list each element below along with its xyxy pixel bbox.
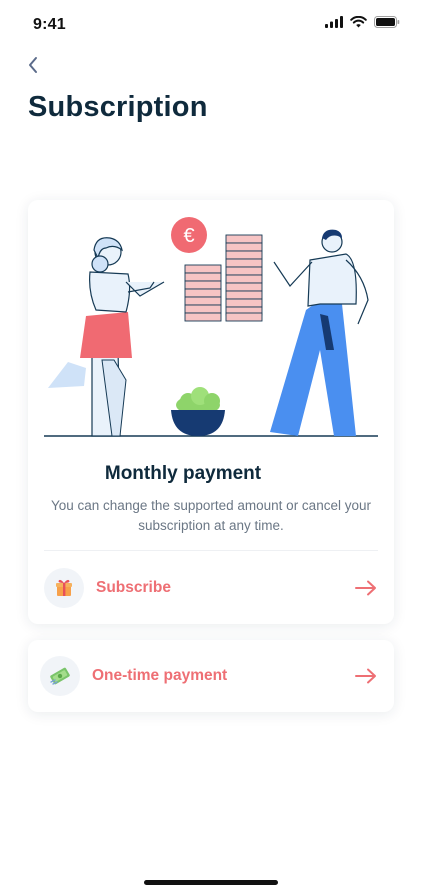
gift-icon-wrapper	[44, 568, 84, 608]
euro-symbol: €	[183, 225, 194, 247]
gift-icon	[56, 579, 72, 596]
divider	[44, 550, 378, 551]
home-indicator	[144, 880, 278, 885]
card-heading: Monthly payment	[104, 463, 262, 484]
monthly-payment-card: €	[28, 200, 394, 624]
arrow-right-icon-wrapper	[354, 576, 378, 600]
signal-icon	[325, 16, 343, 28]
status-bar: 9:41	[0, 0, 422, 48]
card-description: You can change the supported amount or c…	[51, 498, 371, 533]
money-icon	[50, 667, 70, 685]
page-title: Subscription	[28, 91, 208, 123]
back-button[interactable]	[22, 54, 44, 76]
payment-illustration: €	[44, 217, 378, 437]
status-icons	[325, 16, 400, 28]
wifi-icon	[350, 16, 367, 28]
status-time: 9:41	[33, 16, 66, 33]
chevron-left-icon	[29, 57, 37, 73]
arrow-right-icon-wrapper	[354, 664, 378, 688]
one-time-payment-button[interactable]: One-time payment	[40, 655, 378, 697]
subscribe-label: Subscribe	[96, 579, 171, 596]
one-time-payment-label: One-time payment	[92, 667, 228, 684]
battery-icon	[374, 16, 400, 28]
arrow-right-icon	[355, 668, 376, 684]
money-icon-wrapper	[40, 656, 80, 696]
arrow-right-icon	[355, 580, 376, 596]
subscribe-button[interactable]: Subscribe	[44, 567, 378, 609]
